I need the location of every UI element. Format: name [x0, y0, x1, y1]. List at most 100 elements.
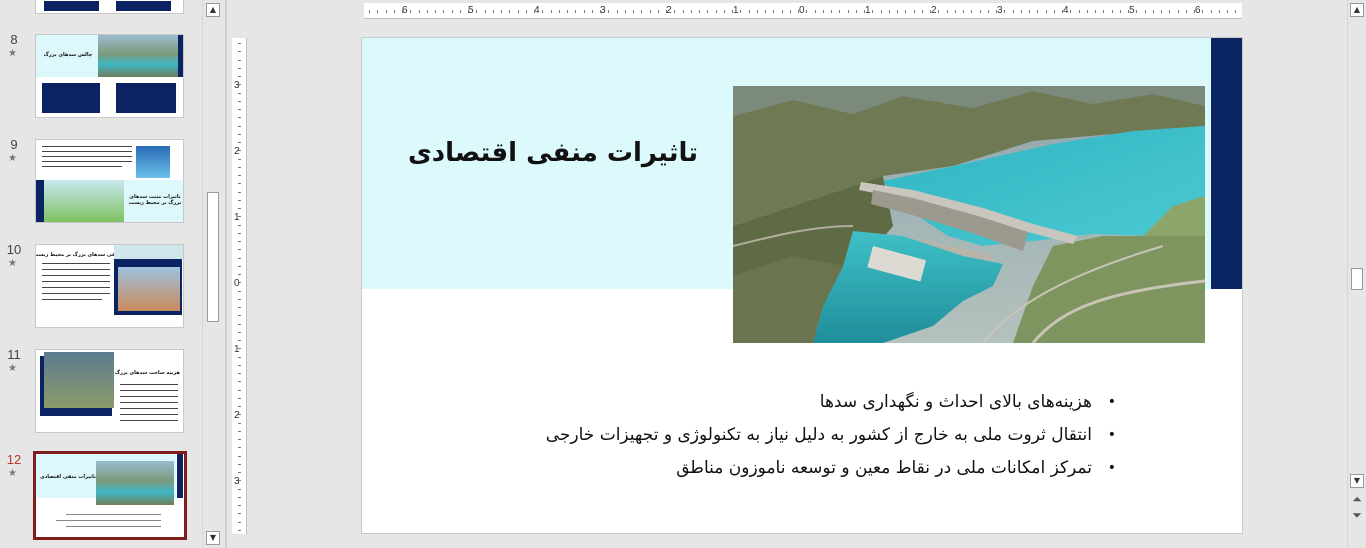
ruler-label: 2	[931, 5, 937, 16]
ruler-tick	[377, 10, 379, 13]
ruler-tick	[1235, 10, 1237, 13]
ruler-label: 1	[234, 212, 240, 223]
thumbnail-scrollbar[interactable]: ▲ ▼	[202, 0, 222, 548]
bullet-list[interactable]: • هزینه‌های بالای احداث و نگهداری سدها •…	[482, 386, 1116, 485]
slide-thumbnail-pane[interactable]: 8 ★ چالش سدهای بزرگ 9 ★ تاثیرات مثبت سده…	[0, 0, 200, 548]
ruler-tick	[238, 439, 241, 440]
ruler-label: 6	[1195, 5, 1201, 16]
scroll-up-icon[interactable]: ▲	[206, 3, 220, 17]
scrollbar-thumb[interactable]	[207, 192, 219, 322]
ruler-tick	[831, 10, 832, 13]
ruler-tick	[443, 10, 445, 13]
slide-number: 11	[7, 347, 21, 362]
ruler-tick	[1103, 10, 1105, 13]
ruler-tick	[410, 10, 412, 13]
ruler-tick	[633, 10, 634, 13]
ruler-tick	[238, 315, 241, 317]
ruler-tick	[525, 10, 527, 13]
ruler-tick	[238, 513, 241, 515]
bullet-item[interactable]: • انتقال ثروت ملی به خارج از کشور به دلی…	[482, 419, 1116, 452]
ruler-tick	[238, 191, 241, 193]
slide-canvas[interactable]: تاثیرات منفی اقتصادی	[361, 37, 1243, 534]
ruler-tick	[732, 10, 733, 13]
ruler-tick	[822, 10, 824, 13]
scrollbar-thumb[interactable]	[1351, 268, 1363, 290]
ruler-tick	[238, 133, 241, 135]
ruler-tick	[238, 298, 241, 300]
ruler-tick	[238, 307, 241, 308]
ruler-tick	[996, 10, 997, 13]
ruler-tick	[872, 10, 874, 13]
ruler-tick	[402, 10, 403, 13]
ruler-tick	[905, 10, 907, 13]
next-slide-icon[interactable]: ⏷	[1350, 508, 1364, 522]
ruler-tick	[781, 10, 783, 13]
thumb-title: تاثیرات منفی اقتصادی	[40, 474, 96, 480]
editor-scrollbar[interactable]: ▲ ▼ ⏶ ⏷	[1347, 0, 1366, 548]
ruler-tick	[1078, 10, 1080, 13]
ruler-tick	[814, 10, 816, 13]
bullet-icon: •	[1107, 394, 1116, 410]
ruler-tick	[238, 265, 241, 267]
ruler-tick	[238, 43, 241, 44]
slide-number: 10	[6, 242, 22, 257]
ruler-tick	[740, 10, 742, 13]
ruler-tick	[238, 406, 241, 407]
ruler-tick	[238, 488, 241, 490]
ruler-tick	[426, 10, 428, 13]
slide-title[interactable]: تاثیرات منفی اقتصادی	[402, 138, 698, 168]
ruler-tick	[1086, 10, 1088, 13]
previous-slide-icon[interactable]: ⏶	[1350, 492, 1364, 506]
ruler-tick	[567, 10, 568, 13]
ruler-tick	[238, 529, 241, 531]
ruler-tick	[238, 290, 241, 292]
scroll-up-icon[interactable]: ▲	[1350, 3, 1364, 17]
bullet-icon: •	[1107, 460, 1116, 476]
ruler-label: 5	[1129, 5, 1135, 16]
ruler-tick	[468, 10, 469, 13]
slide-thumbnail-12-selected[interactable]: تاثیرات منفی اقتصادی	[33, 451, 187, 540]
ruler-tick	[1177, 10, 1179, 13]
ruler-tick	[847, 10, 849, 13]
ruler-tick	[1161, 10, 1162, 13]
horizontal-ruler[interactable]: 6 5 4 3 2 1 0 1 2 3 4 5 6	[364, 3, 1242, 19]
ruler-tick	[979, 10, 981, 13]
ruler-tick	[971, 10, 973, 13]
ruler-tick	[238, 109, 241, 110]
ruler-tick	[897, 10, 898, 13]
slide-thumbnail-10[interactable]: تاثیرات منفی سدهای بزرگ بر محیط زیست	[35, 244, 184, 328]
bullet-text: انتقال ثروت ملی به خارج از کشور به دلیل …	[545, 425, 1092, 445]
ruler-tick	[238, 455, 241, 457]
bullet-item[interactable]: • هزینه‌های بالای احداث و نگهداری سدها	[482, 386, 1116, 419]
slide-thumbnail-11[interactable]: هزینه ساخت سدهای بزرگ	[35, 349, 184, 433]
ruler-tick	[624, 10, 626, 13]
ruler-tick	[238, 505, 241, 506]
ruler-tick	[1045, 10, 1047, 13]
ruler-tick	[913, 10, 915, 13]
ruler-tick	[492, 10, 494, 13]
ruler-tick	[707, 10, 709, 13]
ruler-tick	[238, 142, 241, 143]
slide-thumbnail-7[interactable]	[35, 0, 184, 14]
dam-photo[interactable]	[733, 86, 1205, 343]
pane-splitter[interactable]	[225, 0, 227, 548]
ruler-tick	[798, 10, 799, 13]
ruler-tick	[238, 158, 241, 160]
ruler-tick	[888, 10, 890, 13]
ruler-tick	[238, 150, 241, 152]
slide-thumbnail-9[interactable]: تاثیرات مثبت سدهای بزرگ بر محیط زیست	[35, 139, 184, 223]
ruler-tick	[238, 175, 241, 176]
ruler-tick	[608, 10, 610, 13]
vertical-ruler[interactable]: 3 2 1 0 1 2 3	[232, 38, 247, 534]
ruler-tick	[238, 381, 241, 383]
ruler-tick	[756, 10, 758, 13]
scroll-down-icon[interactable]: ▼	[206, 531, 220, 545]
slide-number: 8	[10, 32, 18, 47]
ruler-tick	[1227, 10, 1228, 13]
bullet-item[interactable]: • تمرکز امکانات ملی در نقاط معین و توسعه…	[482, 452, 1116, 485]
ruler-tick	[534, 10, 535, 13]
ruler-label: 2	[234, 146, 240, 157]
ruler-label: 0	[234, 278, 240, 289]
slide-thumbnail-8[interactable]: چالش سدهای بزرگ	[35, 34, 184, 118]
scroll-down-icon[interactable]: ▼	[1350, 474, 1364, 488]
